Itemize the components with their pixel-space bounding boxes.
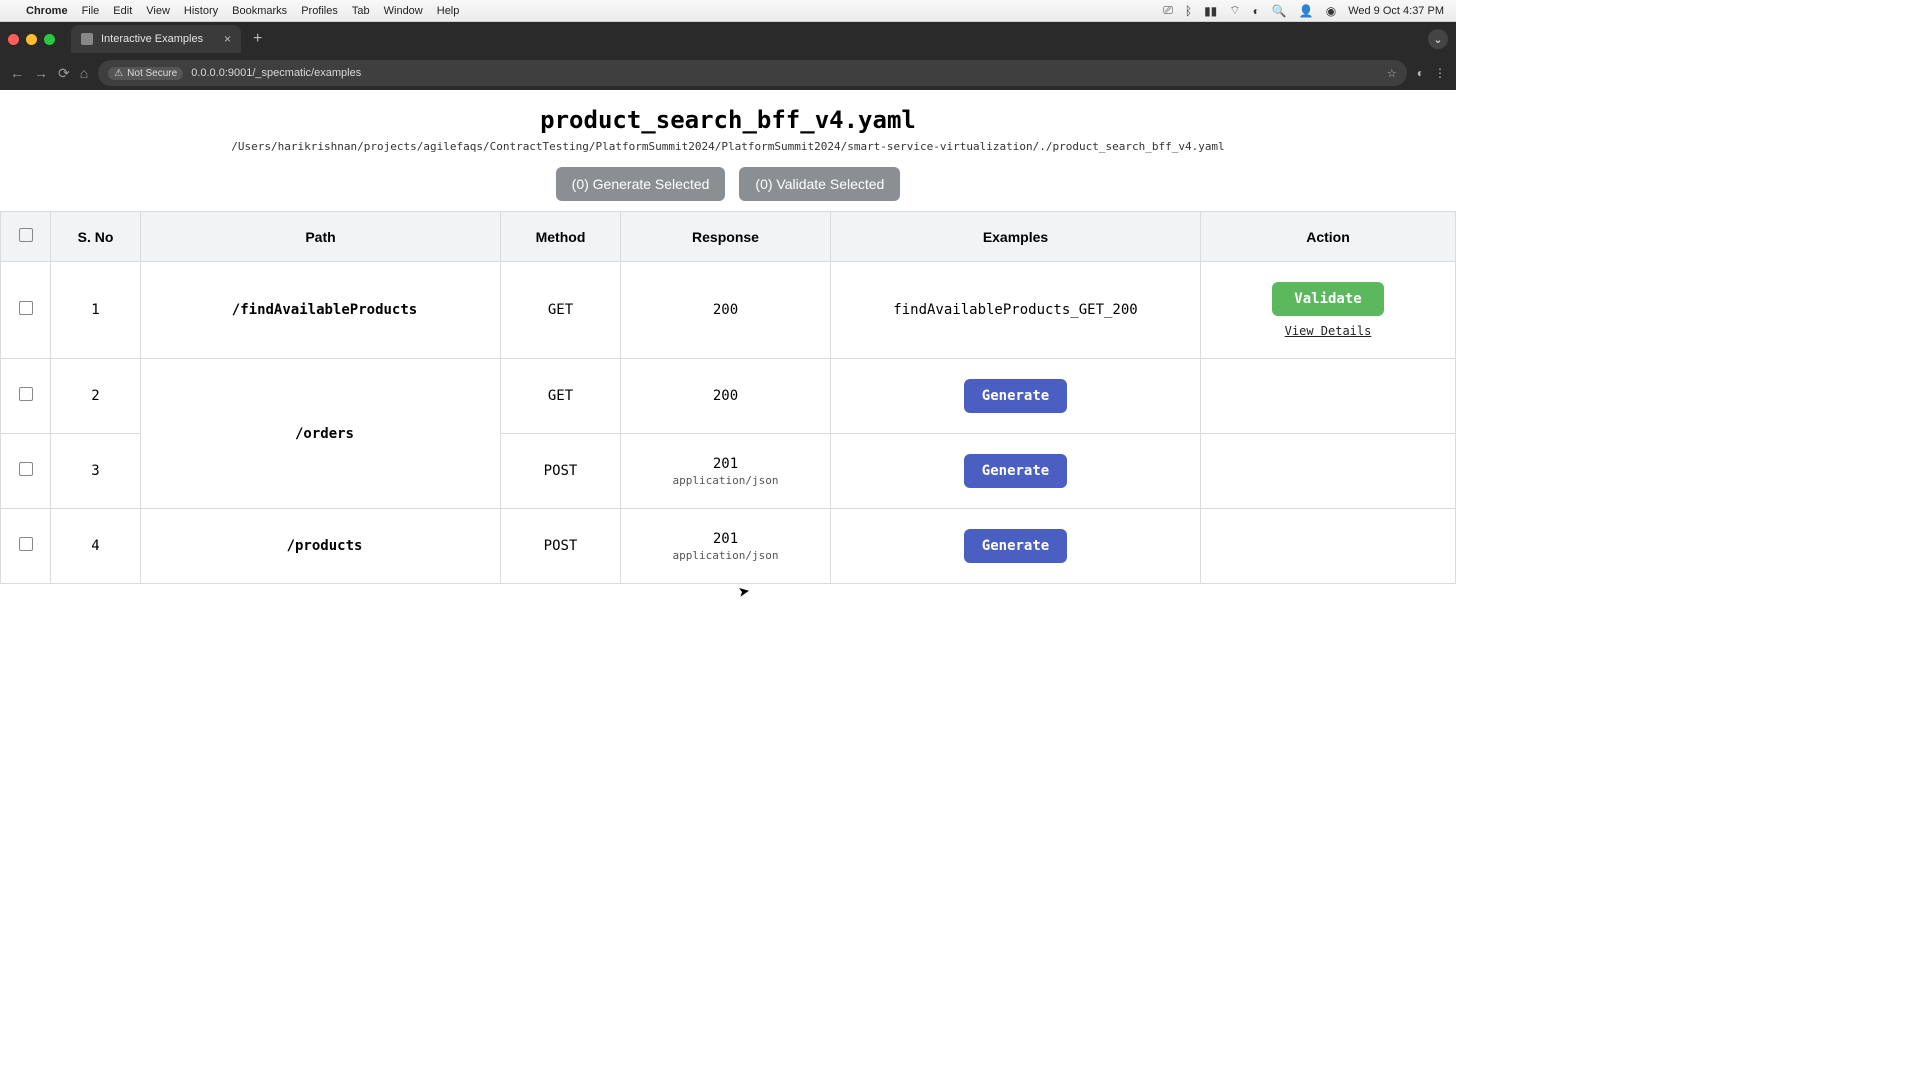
- header-examples: Examples: [831, 212, 1201, 262]
- nav-home-icon[interactable]: ⌂: [80, 65, 88, 81]
- generate-selected-button[interactable]: (0) Generate Selected: [556, 167, 726, 201]
- table-row: 2 /orders GET 200 Generate: [1, 359, 1456, 434]
- window-minimize-button[interactable]: [26, 34, 37, 45]
- wifi-icon[interactable]: ⌔: [1229, 3, 1240, 18]
- page-title: product_search_bff_v4.yaml: [0, 106, 1456, 134]
- cursor-icon: ➤: [737, 582, 752, 601]
- row-checkbox[interactable]: [19, 301, 33, 315]
- table-row: 1 /findAvailableProducts GET 200 findAva…: [1, 262, 1456, 359]
- nav-reload-icon[interactable]: ⟳: [58, 65, 70, 82]
- extension-icon[interactable]: ◐: [1417, 66, 1424, 80]
- bluetooth-icon[interactable]: ᛒ: [1185, 4, 1192, 18]
- menu-tab[interactable]: Tab: [352, 5, 370, 17]
- select-all-checkbox[interactable]: [19, 228, 33, 242]
- tab-close-icon[interactable]: ×: [224, 32, 231, 46]
- file-path: /Users/harikrishnan/projects/agilefaqs/C…: [0, 140, 1456, 153]
- user-icon[interactable]: 👤: [1299, 4, 1314, 18]
- cell-sno: 2: [51, 359, 141, 434]
- row-checkbox[interactable]: [19, 462, 33, 476]
- cell-response-sub: application/json: [631, 549, 820, 562]
- generate-button[interactable]: Generate: [964, 529, 1067, 563]
- browser-menu-icon[interactable]: ⋮: [1434, 66, 1446, 80]
- tab-title: Interactive Examples: [101, 33, 203, 45]
- cell-path: /orders: [141, 359, 501, 509]
- table-row: 4 /products POST 201 application/json Ge…: [1, 509, 1456, 584]
- header-sno: S. No: [51, 212, 141, 262]
- header-response: Response: [621, 212, 831, 262]
- warning-icon: ⚠: [114, 68, 123, 79]
- menubar-app[interactable]: Chrome: [26, 5, 68, 17]
- url-text: 0.0.0.0:9001/_specmatic/examples: [191, 67, 361, 79]
- bookmark-star-icon[interactable]: ☆: [1387, 67, 1397, 80]
- generate-button[interactable]: Generate: [964, 454, 1067, 488]
- view-details-link[interactable]: View Details: [1211, 324, 1445, 338]
- menu-history[interactable]: History: [184, 5, 218, 17]
- cell-sno: 3: [51, 434, 141, 509]
- cell-path: /findAvailableProducts: [141, 262, 501, 359]
- menubar-clock[interactable]: Wed 9 Oct 4:37 PM: [1348, 5, 1444, 17]
- macos-menubar: Chrome File Edit View History Bookmarks …: [0, 0, 1456, 22]
- menu-bookmarks[interactable]: Bookmarks: [232, 5, 287, 17]
- cell-response: 200: [621, 359, 831, 434]
- nav-forward-icon[interactable]: →: [34, 65, 48, 81]
- cell-sno: 1: [51, 262, 141, 359]
- cell-method: POST: [501, 434, 621, 509]
- header-method: Method: [501, 212, 621, 262]
- row-checkbox[interactable]: [19, 387, 33, 401]
- endpoints-table: S. No Path Method Response Examples Acti…: [0, 211, 1456, 584]
- menu-file[interactable]: File: [82, 5, 100, 17]
- menu-window[interactable]: Window: [384, 5, 423, 17]
- cell-example: findAvailableProducts_GET_200: [831, 262, 1201, 359]
- tabs-overflow-button[interactable]: ⌄: [1428, 29, 1448, 49]
- menu-help[interactable]: Help: [437, 5, 460, 17]
- cell-response: 201: [713, 531, 738, 547]
- control-center-icon[interactable]: ◐: [1253, 4, 1260, 18]
- cell-method: GET: [501, 359, 621, 434]
- cell-response-sub: application/json: [631, 474, 820, 487]
- generate-button[interactable]: Generate: [964, 379, 1067, 413]
- cell-sno: 4: [51, 509, 141, 584]
- page-content: product_search_bff_v4.yaml /Users/harikr…: [0, 90, 1456, 816]
- battery-icon[interactable]: ▮▮: [1204, 4, 1217, 18]
- security-badge[interactable]: ⚠ Not Secure: [108, 67, 183, 80]
- validate-selected-button[interactable]: (0) Validate Selected: [739, 167, 900, 201]
- row-checkbox[interactable]: [19, 537, 33, 551]
- not-secure-label: Not Secure: [127, 68, 177, 79]
- menu-view[interactable]: View: [146, 5, 170, 17]
- header-action: Action: [1201, 212, 1456, 262]
- siri-icon[interactable]: ◉: [1326, 4, 1336, 18]
- browser-tabstrip: Interactive Examples × + ⌄: [0, 22, 1456, 56]
- menu-edit[interactable]: Edit: [113, 5, 132, 17]
- nav-back-icon[interactable]: ←: [10, 65, 24, 81]
- browser-tab[interactable]: Interactive Examples ×: [71, 25, 241, 53]
- validate-button[interactable]: Validate: [1272, 282, 1383, 316]
- header-path: Path: [141, 212, 501, 262]
- cell-method: GET: [501, 262, 621, 359]
- cell-path: /products: [141, 509, 501, 584]
- favicon-icon: [81, 33, 93, 45]
- cell-response: 200: [621, 262, 831, 359]
- window-close-button[interactable]: [8, 34, 19, 45]
- browser-toolbar: ← → ⟳ ⌂ ⚠ Not Secure 0.0.0.0:9001/_specm…: [0, 56, 1456, 90]
- cell-response: 201: [713, 456, 738, 472]
- address-bar[interactable]: ⚠ Not Secure 0.0.0.0:9001/_specmatic/exa…: [98, 60, 1407, 86]
- new-tab-button[interactable]: +: [247, 30, 268, 48]
- camera-icon[interactable]: ⎚: [1163, 3, 1173, 18]
- menu-profiles[interactable]: Profiles: [301, 5, 338, 17]
- spotlight-icon[interactable]: 🔍: [1272, 4, 1287, 18]
- cell-method: POST: [501, 509, 621, 584]
- window-maximize-button[interactable]: [44, 34, 55, 45]
